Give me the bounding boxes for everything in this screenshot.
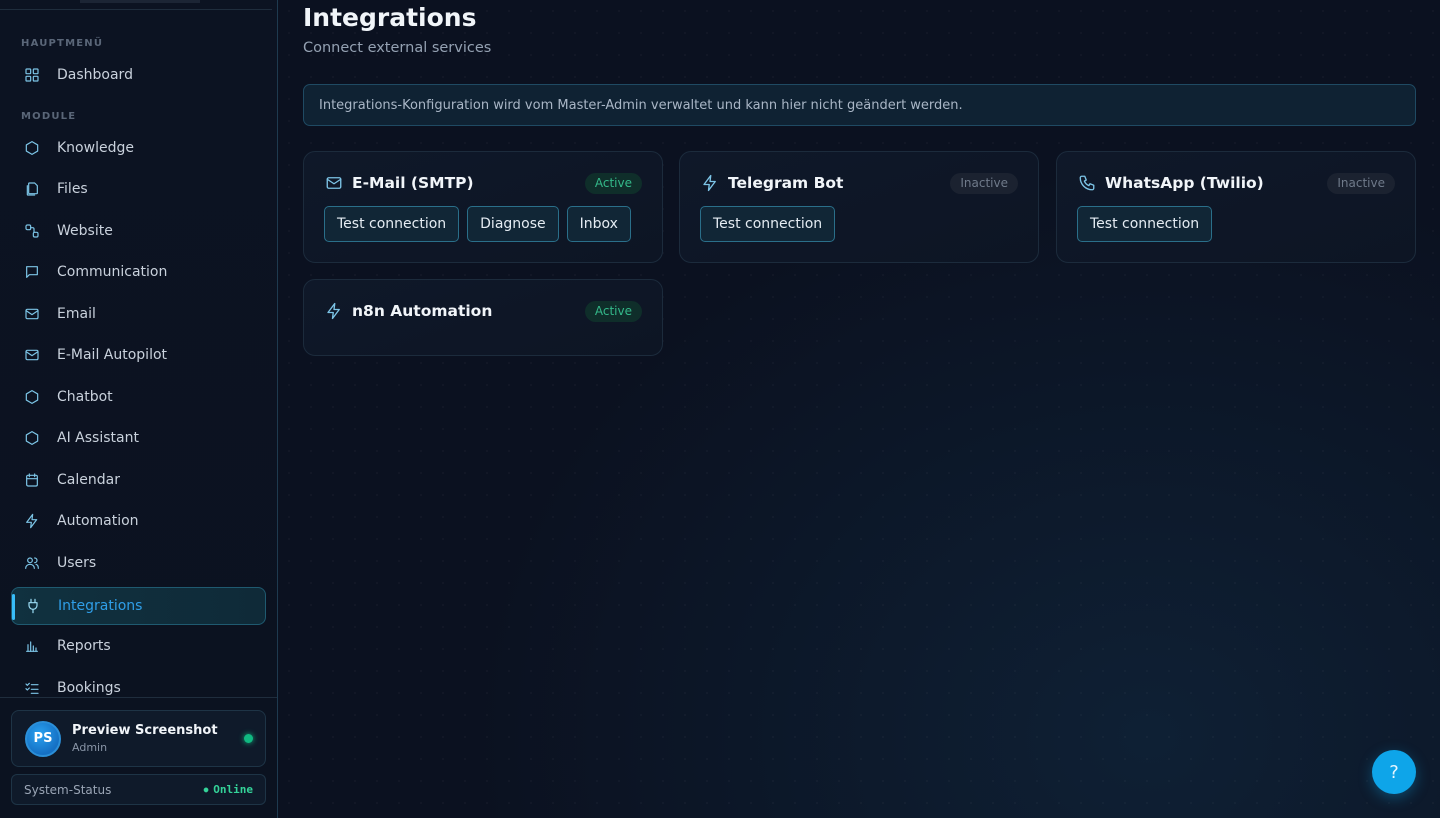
section-label-modules: MODULE xyxy=(21,111,77,122)
card-actions: Test connection Diagnose Inbox xyxy=(324,206,631,242)
card-title: n8n Automation xyxy=(352,302,493,320)
card-actions: Test connection xyxy=(700,206,836,242)
users-icon xyxy=(23,554,41,572)
sidebar-item-automation[interactable]: Automation xyxy=(11,502,266,540)
app-root: HAUPTMENÜ Dashboard MODULE Knowledge Fil… xyxy=(0,0,1440,818)
sidebar-item-label: Files xyxy=(57,181,88,197)
user-name: Preview Screenshot xyxy=(72,723,218,738)
sidebar-footer: PS Preview Screenshot Admin System-Statu… xyxy=(0,697,277,818)
sidebar-item-dashboard[interactable]: Dashboard xyxy=(11,56,266,94)
status-badge: Inactive xyxy=(1327,172,1395,194)
test-connection-button[interactable]: Test connection xyxy=(700,206,836,242)
test-connection-button[interactable]: Test connection xyxy=(324,206,460,242)
online-indicator-icon xyxy=(244,734,253,743)
lightning-icon xyxy=(700,174,719,193)
lightning-icon xyxy=(324,302,343,321)
card-header: WhatsApp (Twilio) Inactive xyxy=(1077,172,1395,194)
status-badge: Active xyxy=(584,172,642,194)
integration-card-n8n-automation: n8n Automation Active xyxy=(303,279,663,356)
sidebar-item-label: Bookings xyxy=(57,680,121,696)
integration-card-telegram-bot: Telegram Bot Inactive Test connection xyxy=(679,151,1039,263)
sidebar-item-label: Reports xyxy=(57,638,111,654)
link-nodes-icon xyxy=(23,222,41,240)
system-status-value: Online xyxy=(204,783,253,796)
plug-icon xyxy=(24,597,42,615)
sidebar-item-knowledge[interactable]: Knowledge xyxy=(11,129,266,167)
sidebar-item-label: Website xyxy=(57,223,113,239)
card-header: Telegram Bot Inactive xyxy=(700,172,1018,194)
grid-icon xyxy=(23,66,41,84)
sidebar-item-label: Knowledge xyxy=(57,140,134,156)
main-content: Integrations Connect external services I… xyxy=(278,0,1440,818)
mail-icon xyxy=(23,346,41,364)
sidebar-item-ai-assistant[interactable]: AI Assistant xyxy=(11,419,266,457)
sidebar-item-reports[interactable]: Reports xyxy=(11,627,266,665)
sidebar-item-label: Email xyxy=(57,306,96,322)
system-status-label: System-Status xyxy=(24,782,112,797)
sidebar-item-files[interactable]: Files xyxy=(11,170,266,208)
sidebar-item-users[interactable]: Users xyxy=(11,544,266,582)
sidebar-item-label: Dashboard xyxy=(57,67,133,83)
avatar: PS xyxy=(25,720,61,757)
integration-card-email-smtp: E-Mail (SMTP) Active Test connection Dia… xyxy=(303,151,663,263)
sidebar-item-label: Automation xyxy=(57,513,139,529)
hexagon-icon xyxy=(23,139,41,157)
inbox-button[interactable]: Inbox xyxy=(566,206,631,242)
sidebar-item-label: Users xyxy=(57,555,97,571)
system-status: System-Status Online xyxy=(11,774,266,805)
sidebar-item-chatbot[interactable]: Chatbot xyxy=(11,378,266,416)
sidebar-item-email[interactable]: Email xyxy=(11,295,266,333)
integration-card-whatsapp-twilio: WhatsApp (Twilio) Inactive Test connecti… xyxy=(1056,151,1416,263)
status-badge: Active xyxy=(584,300,642,322)
sidebar-item-bookings[interactable]: Bookings xyxy=(11,669,266,696)
sidebar-nav[interactable]: HAUPTMENÜ Dashboard MODULE Knowledge Fil… xyxy=(0,30,278,696)
page-subtitle: Connect external services xyxy=(303,40,492,56)
files-icon xyxy=(23,180,41,198)
mail-icon xyxy=(23,305,41,323)
sidebar-item-website[interactable]: Website xyxy=(11,212,266,250)
card-title: WhatsApp (Twilio) xyxy=(1105,174,1264,192)
sidebar-item-label: E-Mail Autopilot xyxy=(57,347,168,363)
sidebar-item-integrations[interactable]: Integrations xyxy=(11,587,266,625)
sidebar-item-calendar[interactable]: Calendar xyxy=(11,461,266,499)
page-title: Integrations xyxy=(303,3,477,32)
lightning-icon xyxy=(23,512,41,530)
sidebar-item-label: Communication xyxy=(57,264,168,280)
sidebar-item-label: Chatbot xyxy=(57,389,113,405)
sidebar-item-label: Calendar xyxy=(57,472,120,488)
card-actions: Test connection xyxy=(1077,206,1213,242)
checklist-icon xyxy=(23,679,41,696)
phone-icon xyxy=(1077,174,1096,193)
sidebar-top-divider xyxy=(0,0,272,10)
test-connection-button[interactable]: Test connection xyxy=(1077,206,1213,242)
help-button[interactable]: ? xyxy=(1372,750,1416,794)
bar-chart-icon xyxy=(23,637,41,655)
sidebar: HAUPTMENÜ Dashboard MODULE Knowledge Fil… xyxy=(0,0,278,818)
section-label-main: HAUPTMENÜ xyxy=(21,38,104,49)
card-header: n8n Automation Active xyxy=(324,300,642,322)
user-card[interactable]: PS Preview Screenshot Admin xyxy=(11,710,266,767)
hexagon-icon xyxy=(23,429,41,447)
chat-icon xyxy=(23,263,41,281)
user-role: Admin xyxy=(72,741,108,754)
hexagon-icon xyxy=(23,388,41,406)
info-notice: Integrations-Konfiguration wird vom Mast… xyxy=(303,84,1416,126)
sidebar-item-label: Integrations xyxy=(58,598,143,614)
card-title: Telegram Bot xyxy=(728,174,844,192)
status-badge: Inactive xyxy=(950,172,1018,194)
sidebar-item-communication[interactable]: Communication xyxy=(11,253,266,291)
card-header: E-Mail (SMTP) Active xyxy=(324,172,642,194)
calendar-icon xyxy=(23,471,41,489)
sidebar-item-label: AI Assistant xyxy=(57,430,139,446)
mail-icon xyxy=(324,174,343,193)
card-title: E-Mail (SMTP) xyxy=(352,174,474,192)
diagnose-button[interactable]: Diagnose xyxy=(467,206,559,242)
user-info: Preview Screenshot Admin xyxy=(72,723,244,754)
sidebar-item-email-autopilot[interactable]: E-Mail Autopilot xyxy=(11,336,266,374)
